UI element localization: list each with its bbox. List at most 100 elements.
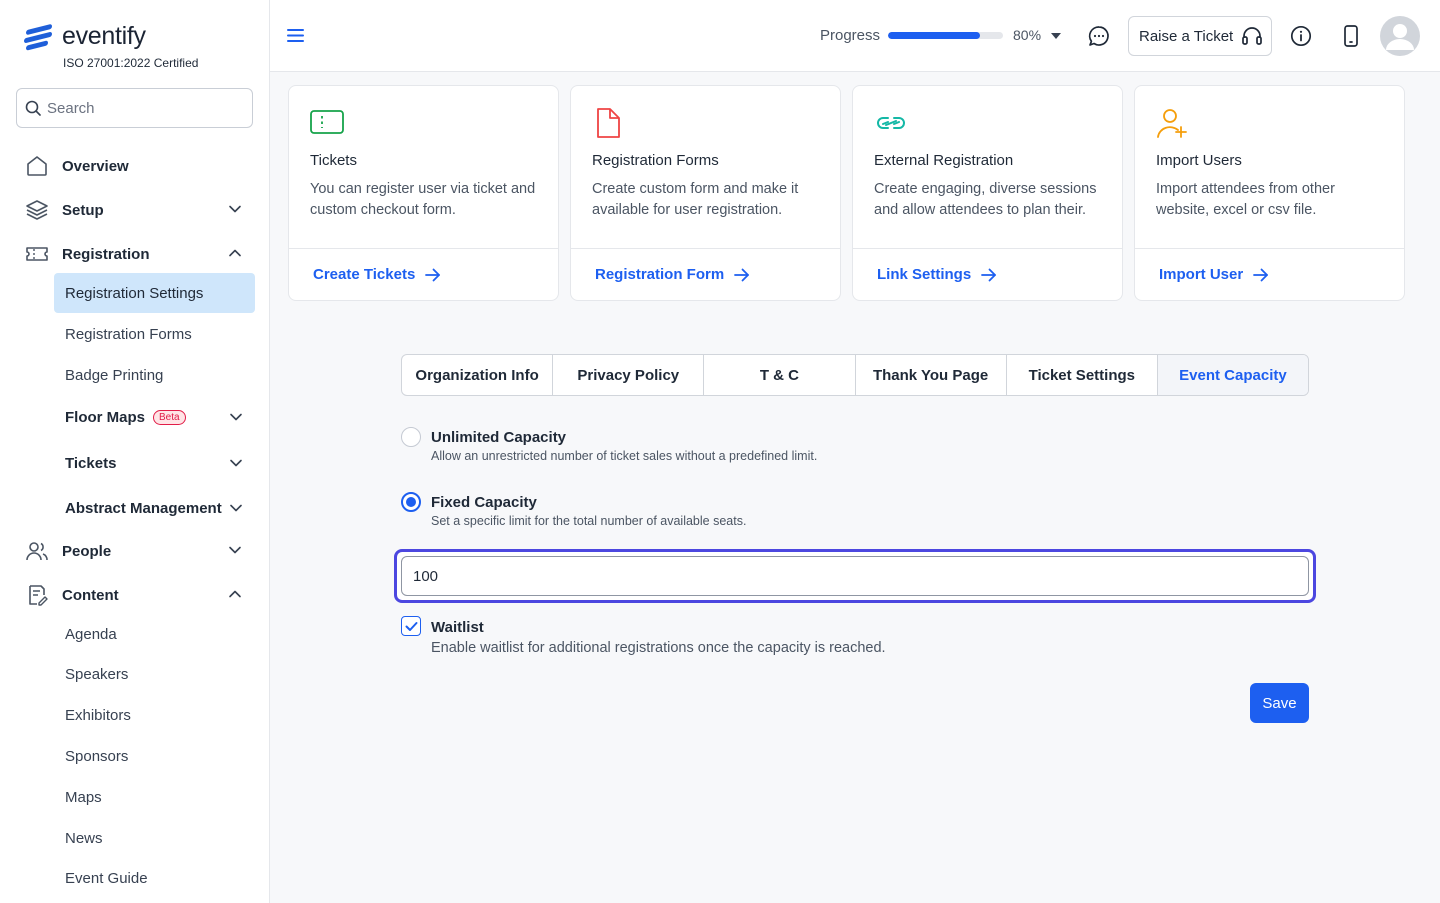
card-description: You can register user via ticket and cus… — [310, 181, 536, 218]
user-avatar-icon — [1386, 24, 1414, 50]
sidebar-item-label: Overview — [62, 157, 129, 175]
iso-certification: ISO 27001:2022 Certified — [63, 56, 199, 70]
unlimited-capacity-radio[interactable] — [401, 427, 421, 447]
arrow-right-icon — [981, 268, 997, 281]
chevron-down-icon — [230, 413, 242, 421]
sidebar-item-speakers[interactable]: Speakers — [54, 654, 255, 694]
sidebar-item-event-guide[interactable]: Event Guide — [54, 858, 255, 898]
sidebar-item-label: Setup — [62, 201, 104, 219]
tab-ticket-settings[interactable]: Ticket Settings — [1007, 355, 1158, 395]
sidebar-item-registration[interactable]: Registration — [24, 238, 254, 270]
link-icon — [877, 117, 905, 129]
sidebar-item-label: People — [62, 542, 112, 560]
chevron-down-icon — [230, 459, 242, 467]
import-user-link[interactable]: Import User — [1159, 266, 1269, 283]
waitlist-title: Waitlist — [431, 619, 484, 636]
fixed-capacity-title: Fixed Capacity — [431, 494, 537, 511]
chat-icon[interactable] — [1087, 24, 1111, 48]
card-tickets: Tickets You can register user via ticket… — [288, 85, 559, 301]
sidebar-item-exhibitors[interactable]: Exhibitors — [54, 695, 255, 735]
progress-bar-fill — [888, 32, 980, 39]
card-divider — [853, 248, 1122, 249]
card-description: Create engaging, diverse sessions and al… — [874, 181, 1097, 218]
card-title: External Registration — [874, 152, 1014, 169]
card-title: Import Users — [1156, 152, 1242, 169]
card-divider — [1135, 248, 1404, 249]
unlimited-capacity-description: Allow an unrestricted number of ticket s… — [431, 449, 818, 463]
brand-name: eventify — [62, 22, 146, 50]
tab-privacy-policy[interactable]: Privacy Policy — [553, 355, 705, 395]
card-link-label: Link Settings — [877, 266, 972, 283]
sidebar-item-agenda[interactable]: Agenda — [54, 614, 255, 654]
search-input[interactable] — [47, 99, 237, 117]
arrow-right-icon — [425, 268, 441, 281]
sidebar-item-label: Abstract Management — [65, 499, 222, 517]
chevron-down-icon — [230, 504, 242, 512]
tab-organization-info[interactable]: Organization Info — [402, 355, 554, 395]
caret-down-icon[interactable] — [1051, 33, 1061, 39]
sidebar-item-people[interactable]: People — [24, 535, 254, 567]
brand-logo[interactable]: eventify — [24, 22, 146, 51]
card-import-users: Import Users Import attendees from other… — [1134, 85, 1405, 301]
sidebar-item-tickets[interactable]: Tickets — [54, 443, 255, 483]
sidebar-item-registration-forms[interactable]: Registration Forms — [54, 314, 255, 354]
progress-label: Progress — [820, 27, 881, 44]
card-title: Tickets — [310, 152, 357, 169]
search-box[interactable] — [16, 88, 253, 128]
layers-icon — [24, 197, 50, 223]
capacity-input[interactable] — [401, 556, 1309, 596]
card-divider — [571, 248, 840, 249]
ticket-icon — [24, 241, 50, 267]
waitlist-checkbox[interactable] — [401, 616, 421, 636]
user-plus-icon — [1157, 109, 1187, 138]
sidebar-item-abstract-management[interactable]: Abstract Management — [54, 488, 255, 528]
tab-thank-you-page[interactable]: Thank You Page — [856, 355, 1007, 395]
sidebar-item-news[interactable]: News — [54, 818, 255, 858]
sidebar-item-maps[interactable]: Maps — [54, 777, 255, 817]
sidebar-item-registration-settings[interactable]: Registration Settings — [54, 273, 255, 313]
sidebar-item-content[interactable]: Content — [24, 579, 254, 611]
beta-badge: Beta — [153, 409, 186, 425]
users-icon — [24, 538, 50, 564]
sidebar-item-label: Registration — [62, 245, 150, 263]
link-settings-link[interactable]: Link Settings — [877, 266, 997, 283]
sidebar-item-badge-printing[interactable]: Badge Printing — [54, 355, 255, 395]
mobile-icon[interactable] — [1339, 24, 1363, 48]
progress-percent: 80% — [1013, 27, 1042, 43]
home-icon — [24, 153, 50, 179]
sidebar-item-label: Tickets — [65, 454, 117, 472]
create-tickets-link[interactable]: Create Tickets — [313, 266, 441, 283]
menu-icon[interactable] — [287, 28, 304, 43]
sidebar-item-setup[interactable]: Setup — [24, 194, 254, 226]
raise-ticket-button[interactable]: Raise a Ticket — [1128, 16, 1272, 56]
tab-terms-conditions[interactable]: T & C — [704, 355, 856, 395]
search-icon — [25, 100, 41, 116]
file-icon — [597, 108, 620, 138]
headset-icon — [1242, 27, 1263, 45]
arrow-right-icon — [734, 268, 750, 281]
document-edit-icon — [24, 582, 50, 608]
raise-ticket-label: Raise a Ticket — [1139, 27, 1234, 45]
info-icon[interactable] — [1289, 24, 1313, 48]
sidebar-item-label: Floor Maps — [65, 408, 146, 426]
card-link-label: Registration Form — [595, 266, 725, 283]
fixed-capacity-radio[interactable] — [401, 492, 421, 512]
settings-tabs: Organization Info Privacy Policy T & C T… — [401, 354, 1309, 396]
sidebar-item-floor-maps[interactable]: Floor Maps Beta — [54, 397, 255, 437]
arrow-right-icon — [1253, 268, 1269, 281]
chevron-up-icon — [229, 249, 241, 257]
avatar[interactable] — [1380, 16, 1420, 56]
card-link-label: Import User — [1159, 266, 1244, 283]
card-description: Create custom form and make it available… — [592, 181, 799, 218]
card-description: Import attendees from other website, exc… — [1156, 181, 1335, 218]
tab-event-capacity[interactable]: Event Capacity — [1157, 355, 1308, 395]
unlimited-capacity-title: Unlimited Capacity — [431, 429, 567, 446]
card-title: Registration Forms — [592, 152, 719, 169]
progress-bar — [888, 32, 1003, 39]
chevron-up-icon — [229, 590, 241, 598]
card-link-label: Create Tickets — [313, 266, 416, 283]
save-button[interactable]: Save — [1250, 683, 1309, 723]
sidebar-item-sponsors[interactable]: Sponsors — [54, 736, 255, 776]
sidebar-item-overview[interactable]: Overview — [24, 150, 254, 182]
registration-form-link[interactable]: Registration Form — [595, 266, 750, 283]
